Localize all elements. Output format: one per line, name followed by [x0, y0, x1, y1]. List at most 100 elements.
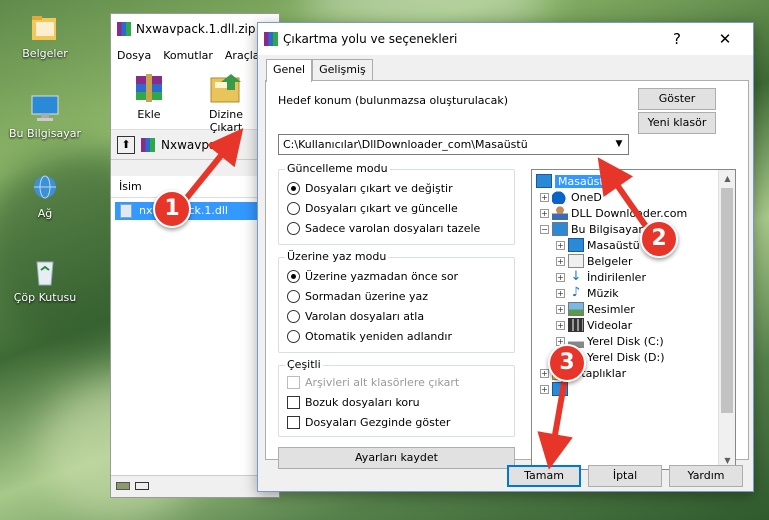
- winrar-titlebar: Nxwavpack.1.dll.zip: [111, 14, 279, 44]
- help-button[interactable]: Yardım: [669, 465, 743, 487]
- checkbox: [287, 376, 300, 389]
- tree-item-label: Masaüstü: [555, 174, 614, 188]
- desktop-icon-recycle-bin[interactable]: Çöp Kutusu: [6, 256, 84, 304]
- new-folder-button[interactable]: Yeni klasör: [638, 112, 716, 134]
- tree-item-videos[interactable]: + Videolar: [556, 318, 632, 332]
- close-icon[interactable]: ✕: [705, 23, 745, 55]
- target-path-combobox[interactable]: C:\Kullanıcılar\DllDownloader_com\Masaüs…: [278, 134, 629, 155]
- radio-button[interactable]: [287, 202, 300, 215]
- expand-icon[interactable]: +: [556, 240, 565, 250]
- tree-item-label: DLL Downloader.com: [571, 206, 688, 220]
- checkbox-show-in-explorer[interactable]: Dosyaları Gezginde göster: [287, 416, 450, 429]
- expand-icon[interactable]: +: [540, 384, 549, 394]
- expand-icon[interactable]: +: [540, 368, 549, 378]
- dialog-title: Çıkartma yolu ve seçenekleri: [283, 32, 458, 46]
- tree-item-label: Bu Bilgisayar: [571, 222, 643, 236]
- expand-icon[interactable]: +: [540, 192, 549, 202]
- winrar-statusbar: [111, 475, 279, 497]
- extraction-dialog: Çıkartma yolu ve seçenekleri ? ✕ Genel G…: [257, 22, 754, 492]
- column-header-name[interactable]: İsim: [111, 176, 279, 198]
- ok-button[interactable]: Tamam: [507, 465, 581, 487]
- radio-button[interactable]: [287, 182, 300, 195]
- checkbox-keep-broken-files[interactable]: Bozuk dosyaları koru: [287, 396, 420, 409]
- desktop-icon-network[interactable]: Ağ: [6, 172, 84, 220]
- checkbox[interactable]: [287, 396, 300, 409]
- tab-advanced[interactable]: Gelişmiş: [312, 59, 373, 81]
- network-icon: [28, 172, 62, 204]
- radio-rename-automatically[interactable]: Otomatik yeniden adlandır: [287, 330, 452, 343]
- desktop-icon-this-pc[interactable]: Bu Bilgisayar: [6, 92, 84, 140]
- expand-icon[interactable]: +: [556, 320, 565, 330]
- collapse-icon[interactable]: −: [540, 224, 549, 234]
- overwrite-mode-title: Üzerine yaz modu: [285, 250, 389, 263]
- desktop-icon-documents[interactable]: Belgeler: [6, 12, 84, 60]
- radio-ask-before-overwrite[interactable]: Üzerine yazmadan önce sor: [287, 270, 458, 283]
- radio-button[interactable]: [287, 222, 300, 235]
- computer-icon: [28, 92, 62, 124]
- menu-item-file[interactable]: Dosya: [117, 49, 151, 62]
- expand-icon[interactable]: +: [556, 288, 565, 298]
- winrar-toolbar: Ekle Dizine Çıkart: [111, 66, 279, 134]
- option-label: Dosyaları Gezginde göster: [305, 416, 451, 429]
- documents-icon: [568, 254, 584, 268]
- option-label: Sormadan üzerine yaz: [305, 290, 429, 303]
- help-icon[interactable]: ?: [657, 23, 697, 55]
- scroll-thumb[interactable]: [721, 188, 733, 413]
- radio-button[interactable]: [287, 290, 300, 303]
- winrar-address-bar: ⬆ Nxwavpack: [111, 130, 279, 160]
- checkbox[interactable]: [287, 416, 300, 429]
- menu-item-tools[interactable]: Araçla: [225, 49, 260, 62]
- folder-icon: [28, 12, 62, 44]
- expand-icon[interactable]: +: [556, 304, 565, 314]
- radio-button[interactable]: [287, 330, 300, 343]
- tree-item-label: Belgeler: [587, 254, 633, 268]
- winrar-menubar: Dosya Komutlar Araçla: [111, 44, 279, 66]
- dialog-titlebar: Çıkartma yolu ve seçenekleri ? ✕: [258, 23, 753, 55]
- add-button-label: Ekle: [137, 108, 161, 121]
- tree-item-user[interactable]: + DLL Downloader.com: [540, 206, 687, 220]
- chevron-down-icon[interactable]: ▼: [610, 135, 628, 154]
- add-archive-icon: [128, 70, 170, 106]
- expand-icon[interactable]: +: [556, 256, 565, 266]
- tree-item-pictures[interactable]: + Resimler: [556, 302, 635, 316]
- tree-item-music[interactable]: + ♪ Müzik: [556, 286, 619, 300]
- cancel-button[interactable]: İptal: [588, 465, 662, 487]
- scroll-up-icon[interactable]: ▲: [719, 170, 735, 187]
- tree-scrollbar[interactable]: ▲ ▼: [718, 170, 735, 469]
- tree-item-desktop-root[interactable]: Masaüstü: [536, 174, 614, 188]
- radio-skip-existing[interactable]: Varolan dosyaları atla: [287, 310, 424, 323]
- tree-item-label: Resimler: [587, 302, 635, 316]
- menu-item-commands[interactable]: Komutlar: [163, 49, 213, 62]
- expand-icon[interactable]: +: [556, 272, 565, 282]
- extract-to-button[interactable]: Dizine Çıkart: [191, 70, 261, 134]
- option-label: Üzerine yazmadan önce sor: [305, 270, 459, 283]
- radio-overwrite-without-prompt[interactable]: Sormadan üzerine yaz: [287, 290, 428, 303]
- save-settings-button[interactable]: Ayarları kaydet: [278, 447, 515, 469]
- radio-extract-update[interactable]: Dosyaları çıkart ve güncelle: [287, 202, 458, 215]
- tree-item-downloads[interactable]: + ↓ İndirilenler: [556, 270, 646, 284]
- target-path-value: C:\Kullanıcılar\DllDownloader_com\Masaüs…: [283, 138, 528, 151]
- tree-item-this-pc[interactable]: − Bu Bilgisayar: [540, 222, 643, 236]
- tree-item-desktop[interactable]: + Masaüstü: [556, 238, 640, 252]
- expand-icon[interactable]: +: [540, 208, 549, 218]
- tree-item-documents[interactable]: + Belgeler: [556, 254, 632, 268]
- tree-item-onedrive[interactable]: + OneD: [540, 190, 602, 204]
- radio-button[interactable]: [287, 270, 300, 283]
- desktop-icon-label: Bu Bilgisayar: [9, 127, 81, 140]
- add-button[interactable]: Ekle: [121, 70, 177, 125]
- tab-general[interactable]: Genel: [266, 59, 313, 82]
- radio-extract-replace[interactable]: Dosyaları çıkart ve değiştir: [287, 182, 453, 195]
- tree-item-network[interactable]: +: [540, 382, 568, 396]
- radio-freshen-existing[interactable]: Sadece varolan dosyaları tazele: [287, 222, 480, 235]
- option-label: Varolan dosyaları atla: [305, 310, 425, 323]
- update-mode-group: Güncelleme modu Dosyaları çıkart ve deği…: [278, 162, 515, 245]
- radio-button[interactable]: [287, 310, 300, 323]
- show-button[interactable]: Göster: [638, 88, 716, 110]
- up-folder-icon[interactable]: ⬆: [117, 135, 135, 154]
- tree-item-label: Müzik: [587, 286, 619, 300]
- desktop-icon-label: Ağ: [37, 207, 53, 220]
- folder-tree[interactable]: Masaüstü + OneD + DLL Downloader.com − B…: [531, 169, 736, 470]
- file-row-selected[interactable]: nxwavpack.1.dll: [115, 202, 275, 220]
- drive-icon: [116, 482, 130, 490]
- annotation-badge-3: 3: [548, 344, 586, 382]
